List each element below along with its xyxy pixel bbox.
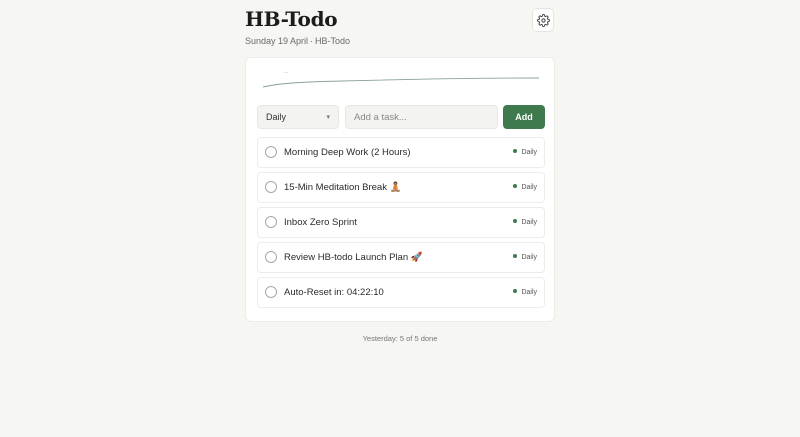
task-item[interactable]: 15-Min Meditation Break 🧘🏽 Daily [257,172,545,203]
todo-card: ... Daily ▾ Add Morning Deep Work (2 Hou… [245,57,555,322]
task-list: Morning Deep Work (2 Hours) Daily 15-Min… [257,137,545,312]
task-tag-label: Daily [521,254,537,261]
sparkline-label: ... [284,69,288,75]
status-dot-icon [513,184,518,189]
status-dot-icon [513,219,518,224]
task-tag: Daily [513,173,537,202]
progress-sparkline: ... [262,69,540,88]
page-title: HB-Todo [245,7,338,31]
task-label: Review HB-todo Launch Plan 🚀 [284,252,423,263]
task-tag: Daily [513,278,537,307]
header: HB-Todo Sunday 19 April · HB-Todo [245,6,555,54]
task-checkbox[interactable] [265,146,277,158]
task-label: Inbox Zero Sprint [284,217,357,228]
task-item[interactable]: Review HB-todo Launch Plan 🚀 Daily [257,242,545,273]
date-text: Sunday 19 April [245,36,309,46]
status-dot-icon [513,254,518,259]
gear-icon [536,13,550,27]
frequency-select-value: Daily [266,112,287,122]
task-input[interactable] [345,105,498,129]
sparkline-line [262,77,540,88]
task-checkbox[interactable] [265,216,277,228]
yesterday-summary: Yesterday: 5 of 5 done [362,334,438,343]
task-checkbox[interactable] [265,286,277,298]
task-label: Auto-Reset in: 04:22:10 [284,287,384,298]
task-tag: Daily [513,208,537,237]
status-dot-icon [513,289,518,294]
page-subtitle: Sunday 19 April · HB-Todo [245,35,350,47]
task-label: Morning Deep Work (2 Hours) [284,147,411,158]
task-tag-label: Daily [521,289,537,296]
task-item[interactable]: Auto-Reset in: 04:22:10 Daily [257,277,545,308]
task-checkbox[interactable] [265,181,277,193]
task-tag-label: Daily [521,219,537,226]
frequency-select[interactable]: Daily ▾ [257,105,339,129]
task-item[interactable]: Morning Deep Work (2 Hours) Daily [257,137,545,168]
task-label: 15-Min Meditation Break 🧘🏽 [284,182,402,193]
task-tag-label: Daily [521,184,537,191]
task-item[interactable]: Inbox Zero Sprint Daily [257,207,545,238]
task-tag: Daily [513,138,537,167]
subtitle-separator: · [310,36,314,46]
subtitle-app-name: HB-Todo [315,36,351,46]
task-checkbox[interactable] [265,251,277,263]
chevron-down-icon: ▾ [326,114,330,121]
app-page: HB-Todo Sunday 19 April · HB-Todo ... Dail… [0,0,800,437]
status-dot-icon [513,149,518,154]
add-task-controls: Daily ▾ Add [257,105,545,129]
add-button[interactable]: Add [503,105,545,129]
task-tag: Daily [513,243,537,272]
settings-button[interactable] [532,8,554,32]
task-tag-label: Daily [521,149,537,156]
